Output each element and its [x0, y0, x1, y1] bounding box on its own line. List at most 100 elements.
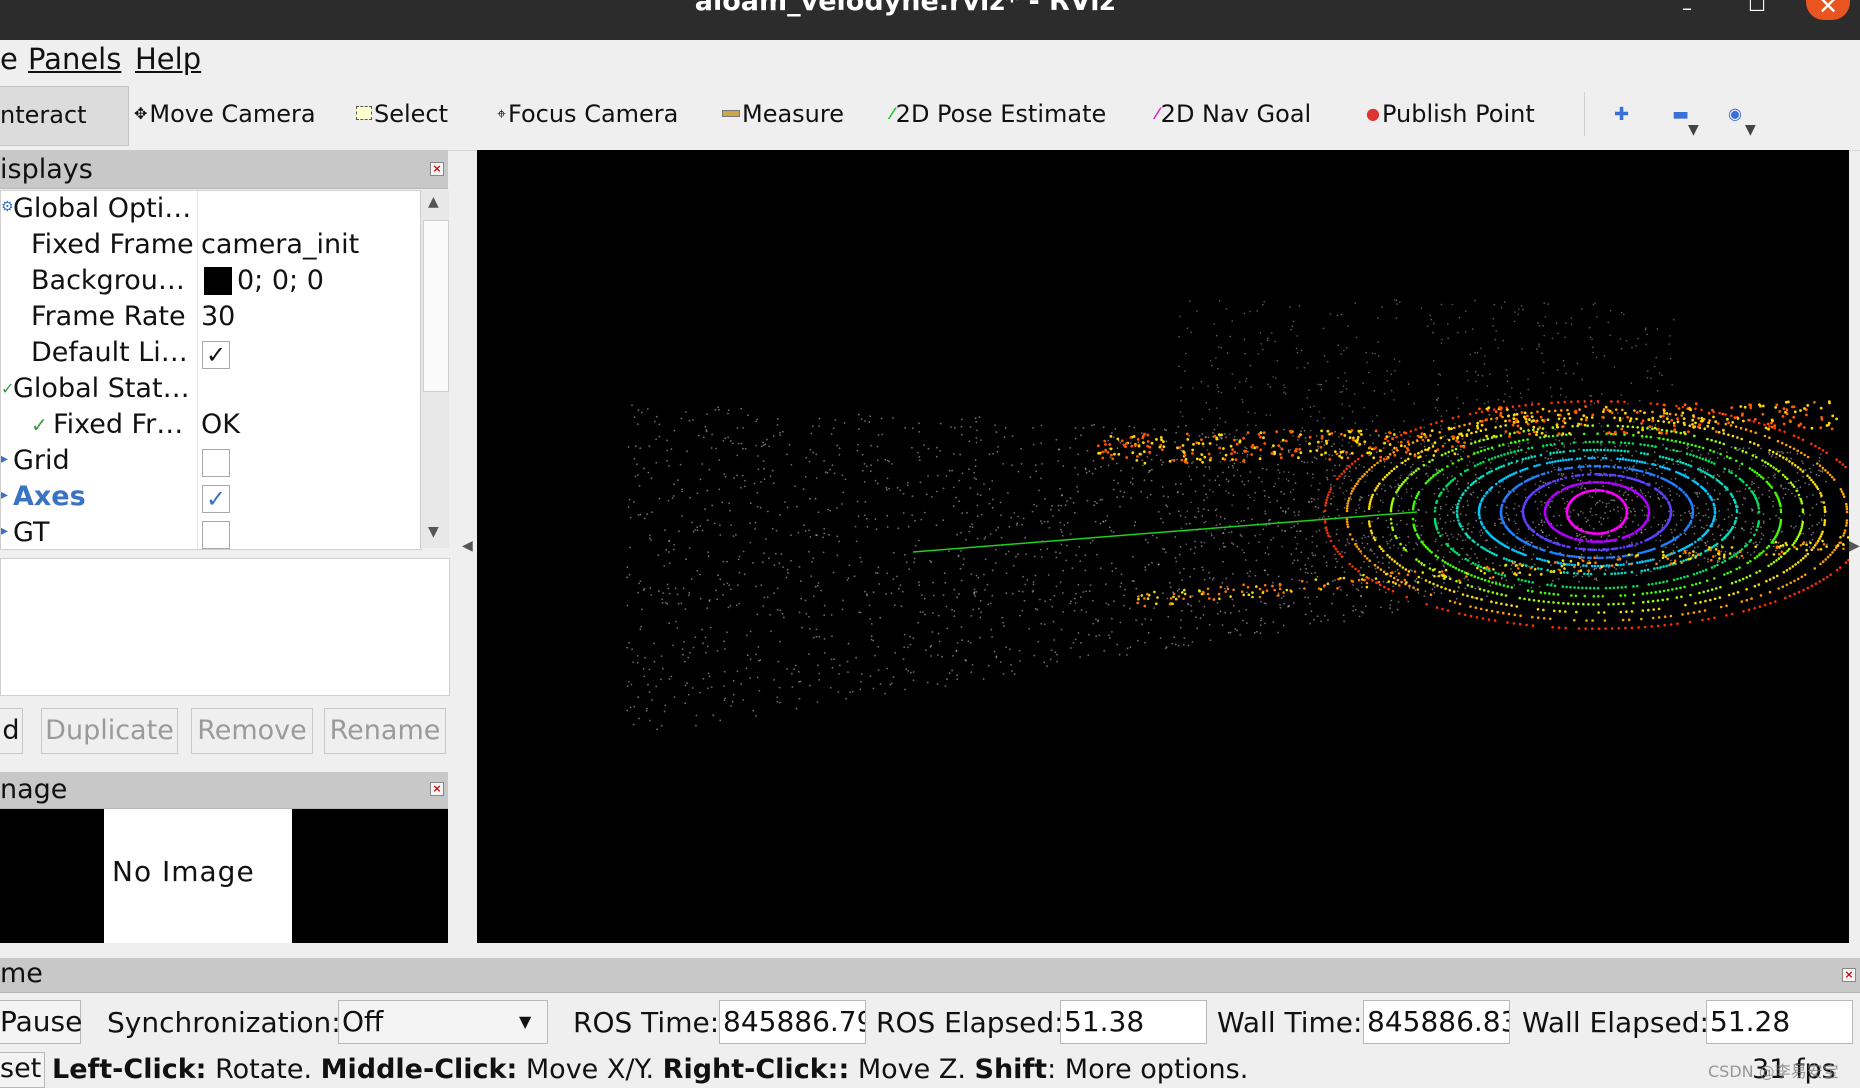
remove-tool-icon[interactable]: ▬ — [1672, 104, 1689, 125]
color-swatch[interactable] — [204, 267, 232, 295]
menu-help[interactable]: Help — [135, 42, 201, 76]
tree-row-fixed-frame-status[interactable]: ✓ Fixed Fr… OK — [1, 407, 421, 443]
publish-point-label: Publish Point — [1382, 100, 1535, 128]
chevron-down-icon[interactable]: ▼ — [1745, 122, 1756, 138]
ros-elapsed-label: ROS Elapsed: — [876, 1006, 1064, 1039]
sync-select[interactable]: Off ▼ — [338, 1000, 548, 1044]
splitter-left-icon[interactable]: ◀ — [462, 538, 473, 554]
eye-icon[interactable]: ◉ — [1728, 104, 1742, 123]
toolbar-divider — [1584, 92, 1585, 136]
hint-key: Right-Click:: — [663, 1054, 850, 1085]
hint-value: : More options. — [1047, 1054, 1248, 1085]
tree-row-global-status[interactable]: ✓ Global Stat… — [1, 371, 421, 407]
interact-tool-button[interactable]: nteract — [0, 86, 129, 146]
focus-camera-button[interactable]: ⌖Focus Camera — [497, 100, 678, 128]
publish-point-button[interactable]: ●Publish Point — [1366, 100, 1535, 128]
reset-button[interactable]: set — [0, 1052, 45, 1088]
move-camera-button[interactable]: ✥Move Camera — [134, 100, 316, 128]
pause-button[interactable]: Pause — [0, 1000, 81, 1044]
wall-elapsed-field[interactable]: 51.28 — [1706, 1000, 1853, 1044]
tree-row-default-light[interactable]: Default Li… ✓ — [1, 335, 421, 371]
pose-estimate-button[interactable]: ⁄2D Pose Estimate — [891, 100, 1106, 128]
ros-time-label: ROS Time: — [573, 1006, 719, 1039]
time-panel-title: me — [0, 958, 43, 989]
scroll-down-icon[interactable]: ▼ — [428, 524, 439, 540]
tree-key: Grid — [13, 445, 70, 476]
point-cloud — [477, 150, 1849, 943]
tree-row-axes[interactable]: ▸ Axes ✓ — [1, 479, 421, 515]
tree-value: OK — [201, 409, 240, 440]
select-button[interactable]: Select — [356, 100, 448, 128]
grid-icon: ▸ — [1, 451, 8, 467]
chevron-down-icon: ▼ — [519, 1001, 531, 1043]
tree-key: Global Opti… — [13, 193, 191, 224]
ros-elapsed-field[interactable]: 51.38 — [1060, 1000, 1207, 1044]
wall-elapsed-label: Wall Elapsed: — [1522, 1006, 1709, 1039]
hint-value: Rotate. — [215, 1054, 312, 1085]
toolbar: nteract ✥Move Camera Select ⌖Focus Camer… — [0, 78, 1860, 151]
pose-estimate-label: 2D Pose Estimate — [896, 100, 1107, 128]
tree-row-gt[interactable]: ▸ GT — [1, 515, 421, 550]
ros-time-field[interactable]: 845886.79 — [719, 1000, 866, 1044]
add-button[interactable]: d — [0, 708, 23, 754]
wall-time-field[interactable]: 845886.83 — [1363, 1000, 1510, 1044]
window-title: aloam_velodyne.rviz* - RViz — [0, 0, 1810, 17]
menu-file[interactable]: e — [0, 42, 18, 76]
interact-label: nteract — [0, 101, 87, 129]
minimize-button[interactable]: – — [1682, 0, 1692, 20]
displays-tree: ⚙ Global Opti… Fixed Frame camera_init B… — [0, 190, 422, 550]
tree-scrollbar[interactable]: ▲ ▼ — [420, 190, 449, 548]
green-arrow-icon: ⁄ — [891, 104, 894, 123]
axes-checkbox[interactable]: ✓ — [202, 485, 230, 513]
ruler-icon — [722, 110, 740, 117]
watermark: CSDN @李易安宝 — [1708, 1058, 1839, 1082]
focus-camera-label: Focus Camera — [508, 100, 678, 128]
image-view: No Image — [0, 809, 448, 943]
tree-value[interactable]: 30 — [201, 301, 235, 332]
select-label: Select — [374, 100, 448, 128]
status-ok-icon: ✓ — [31, 413, 48, 437]
3d-viewport[interactable] — [477, 150, 1849, 943]
tree-row-global-options[interactable]: ⚙ Global Opti… — [1, 191, 421, 227]
hint-value: Move X/Y. — [526, 1054, 654, 1085]
status-bar: set Left-Click: Rotate. Middle-Click: Mo… — [0, 1052, 1860, 1086]
focus-camera-icon: ⌖ — [497, 104, 506, 124]
splitter-right-icon[interactable]: ▶ — [1849, 538, 1860, 554]
tree-key: Backgrou… — [31, 265, 185, 296]
close-icon[interactable]: × — [430, 162, 444, 176]
tree-key: Frame Rate — [31, 301, 186, 332]
grid-checkbox[interactable] — [202, 449, 230, 477]
close-icon[interactable]: × — [430, 782, 444, 796]
scroll-up-icon[interactable]: ▲ — [428, 194, 439, 210]
close-button[interactable]: ✕ — [1806, 0, 1850, 20]
gt-checkbox[interactable] — [202, 521, 230, 549]
tree-value[interactable]: camera_init — [201, 229, 359, 260]
tree-row-fixed-frame[interactable]: Fixed Frame camera_init — [1, 227, 421, 263]
sync-label: Synchronization: — [107, 1006, 341, 1039]
title-bar: aloam_velodyne.rviz* - RViz – ☐ ✕ — [0, 0, 1860, 40]
move-camera-icon: ✥ — [134, 104, 147, 123]
tree-row-frame-rate[interactable]: Frame Rate 30 — [1, 299, 421, 335]
hint-value: Move Z. — [858, 1054, 966, 1085]
hint-key: Middle-Click: — [321, 1054, 518, 1085]
duplicate-button[interactable]: Duplicate — [41, 708, 178, 754]
menu-panels[interactable]: Panels — [28, 42, 121, 76]
chevron-down-icon[interactable]: ▼ — [1688, 122, 1699, 138]
sync-value: Off — [342, 1005, 383, 1038]
add-tool-icon[interactable]: ✚ — [1614, 104, 1629, 125]
rename-button[interactable]: Rename — [324, 708, 446, 754]
scroll-thumb[interactable] — [423, 220, 449, 392]
displays-title: isplays — [0, 154, 93, 185]
description-area — [0, 558, 450, 696]
default-light-checkbox[interactable]: ✓ — [202, 341, 230, 369]
pink-arrow-icon: ⁄ — [1156, 104, 1159, 123]
nav-goal-button[interactable]: ⁄2D Nav Goal — [1156, 100, 1311, 128]
measure-button[interactable]: Measure — [722, 100, 844, 128]
measure-label: Measure — [742, 100, 844, 128]
tree-row-background[interactable]: Backgrou… 0; 0; 0 — [1, 263, 421, 299]
tree-row-grid[interactable]: ▸ Grid — [1, 443, 421, 479]
remove-button[interactable]: Remove — [191, 708, 313, 754]
tree-value[interactable]: 0; 0; 0 — [237, 265, 324, 296]
close-icon[interactable]: × — [1842, 968, 1856, 982]
maximize-button[interactable]: ☐ — [1748, 0, 1766, 16]
